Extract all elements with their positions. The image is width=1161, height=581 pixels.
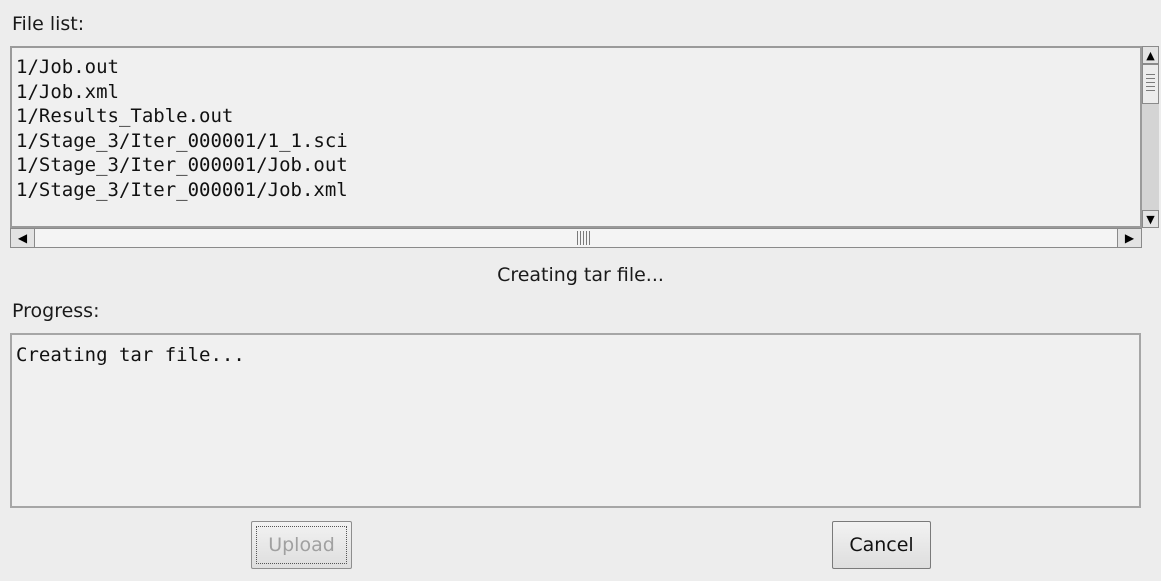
arrow-right-icon: ▶ xyxy=(1124,231,1135,245)
scroll-down-button[interactable]: ▼ xyxy=(1142,210,1159,228)
status-text: Creating tar file... xyxy=(497,264,664,286)
list-item[interactable]: 1/Stage_3/Iter_000001/Job.out xyxy=(12,153,1140,178)
list-item[interactable]: 1/Results_Table.out xyxy=(12,104,1140,129)
file-list-label: File list: xyxy=(12,13,85,35)
cancel-button[interactable]: Cancel xyxy=(832,521,931,569)
scroll-right-button[interactable]: ▶ xyxy=(1117,229,1141,247)
grip-icon xyxy=(1146,74,1155,94)
file-list-horizontal-scrollbar[interactable]: ◀ ▶ xyxy=(10,228,1142,248)
file-list[interactable]: 1/Job.out 1/Job.xml 1/Results_Table.out … xyxy=(10,46,1142,228)
scroll-left-button[interactable]: ◀ xyxy=(11,229,35,247)
horizontal-scroll-thumb[interactable] xyxy=(577,231,591,245)
progress-log[interactable]: Creating tar file... xyxy=(10,333,1141,508)
list-item[interactable]: 1/Stage_3/Iter_000001/Job.xml xyxy=(12,178,1140,203)
upload-button[interactable]: Upload xyxy=(251,521,352,569)
list-item[interactable]: 1/Stage_3/Iter_000001/1_1.sci xyxy=(12,129,1140,154)
arrow-left-icon: ◀ xyxy=(17,231,28,245)
arrow-up-icon: ▲ xyxy=(1146,48,1155,62)
list-item[interactable]: 1/Job.out xyxy=(12,55,1140,80)
list-item[interactable]: 1/Job.xml xyxy=(12,80,1140,105)
file-list-vertical-scrollbar[interactable]: ▲ ▼ xyxy=(1142,46,1159,228)
cancel-button-label: Cancel xyxy=(849,534,914,556)
scroll-up-button[interactable]: ▲ xyxy=(1142,46,1159,64)
vertical-scroll-thumb[interactable] xyxy=(1142,64,1159,104)
focus-ring xyxy=(256,526,347,564)
arrow-down-icon: ▼ xyxy=(1146,212,1155,226)
progress-label: Progress: xyxy=(12,300,100,322)
